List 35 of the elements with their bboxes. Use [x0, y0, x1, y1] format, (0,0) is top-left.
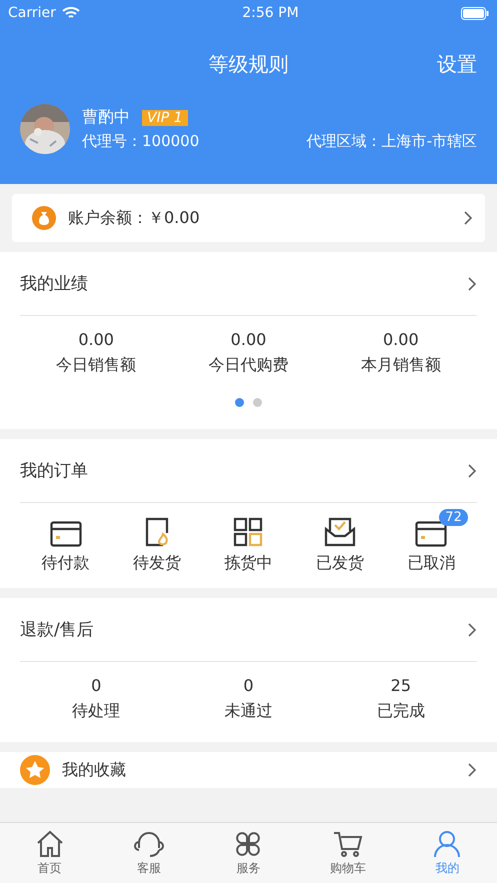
- agent-region: 代理区域：上海市-市辖区: [306, 132, 477, 151]
- count-badge: 72: [439, 509, 468, 526]
- tab-bar-item[interactable]: 客服: [99, 823, 199, 883]
- status-time: 2:56 PM: [242, 5, 299, 21]
- balance-label: 账户余额：￥0.00: [68, 208, 200, 228]
- balance-card[interactable]: 账户余额：￥0.00: [12, 194, 485, 242]
- stat-value: 25: [390, 676, 411, 695]
- vip-badge: VIP 1: [142, 110, 188, 126]
- order-status-label[interactable]: 待付款: [42, 553, 90, 574]
- tab-bar-item[interactable]: 购物车: [298, 823, 398, 883]
- stat-value: 0: [243, 676, 254, 695]
- section-title: 退款/售后: [20, 619, 94, 641]
- stat-value: 0: [91, 676, 102, 695]
- stat-label: 未通过: [224, 701, 272, 722]
- stat-label: 今日销售额: [56, 355, 136, 376]
- page-title: 等级规则: [208, 50, 288, 78]
- favorites-title: 我的收藏: [62, 760, 126, 780]
- order-status-label[interactable]: 待发货: [133, 553, 182, 574]
- order-status-label[interactable]: 已取消: [407, 553, 456, 574]
- stat-label: 已完成: [376, 701, 425, 722]
- tab-bar-item[interactable]: 首页: [0, 823, 100, 883]
- section-title: 我的订单: [20, 460, 88, 482]
- stat-value: 0.00: [78, 330, 114, 349]
- user-name: 曹酌中: [82, 107, 130, 128]
- order-status-label[interactable]: 拣货中: [224, 553, 272, 574]
- section-title: 我的业绩: [20, 273, 88, 295]
- stat-label: 本月销售额: [360, 355, 441, 376]
- stat-value: 0.00: [230, 330, 266, 349]
- tab-bar-item[interactable]: 服务: [198, 823, 298, 883]
- stat-label: 今日代购费: [208, 355, 288, 376]
- carrier-label: Carrier: [8, 5, 56, 21]
- agent-id: 代理号：100000: [82, 132, 200, 151]
- stat-label: 待处理: [72, 701, 120, 722]
- stat-value: 0.00: [383, 330, 419, 349]
- order-status-label[interactable]: 已发货: [316, 553, 364, 574]
